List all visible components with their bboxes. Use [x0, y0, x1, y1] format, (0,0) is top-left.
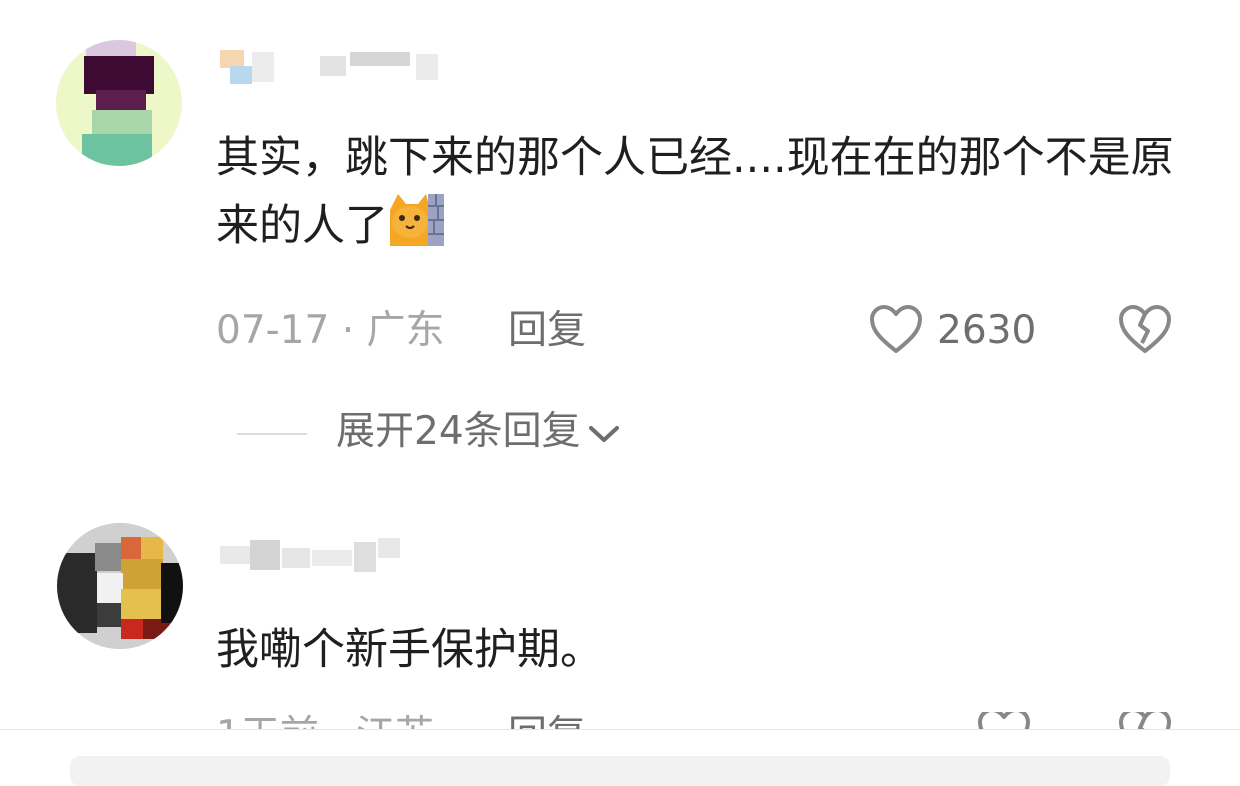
meta-separator: ·: [331, 713, 343, 729]
heart-icon[interactable]: [868, 303, 924, 359]
reply-button[interactable]: 回复: [508, 712, 586, 729]
reply-button[interactable]: 回复: [508, 307, 586, 355]
avatar[interactable]: [57, 523, 183, 649]
expand-replies-label: 展开24条回复: [336, 409, 581, 454]
cat-peeking-from-wall-emoji: [388, 190, 446, 248]
comment-location: 广东: [366, 308, 445, 353]
comment-text: 我嘞个新手保护期。: [216, 625, 603, 675]
comment-meta: 1天前 · 江苏: [216, 712, 434, 729]
expand-replies-button[interactable]: 展开24条回复: [336, 408, 621, 456]
broken-heart-icon[interactable]: [1117, 712, 1173, 729]
comment-text: 其实，跳下来的那个人已经....现在在的那个不是原来的人了: [216, 133, 1174, 251]
comment-meta: 07-17 · 广东: [216, 307, 445, 355]
heart-icon[interactable]: [976, 712, 1032, 729]
comment-location: 江苏: [356, 713, 434, 729]
comment-input[interactable]: [70, 756, 1170, 786]
broken-heart-icon[interactable]: [1117, 303, 1173, 359]
comment-date: 07-17: [216, 308, 330, 353]
expand-divider-line: [237, 433, 307, 435]
bottom-comment-bar: [0, 729, 1240, 786]
like-count: 2630: [937, 308, 1037, 353]
username-blurred[interactable]: [220, 48, 450, 88]
avatar[interactable]: [56, 40, 182, 166]
comment-date: 1天前: [216, 713, 319, 729]
chevron-down-icon: [588, 425, 619, 442]
username-blurred[interactable]: [220, 538, 410, 578]
meta-separator: ·: [341, 308, 355, 353]
comment-meta-cutoff: 1天前 · 江苏 回复: [0, 712, 1240, 729]
